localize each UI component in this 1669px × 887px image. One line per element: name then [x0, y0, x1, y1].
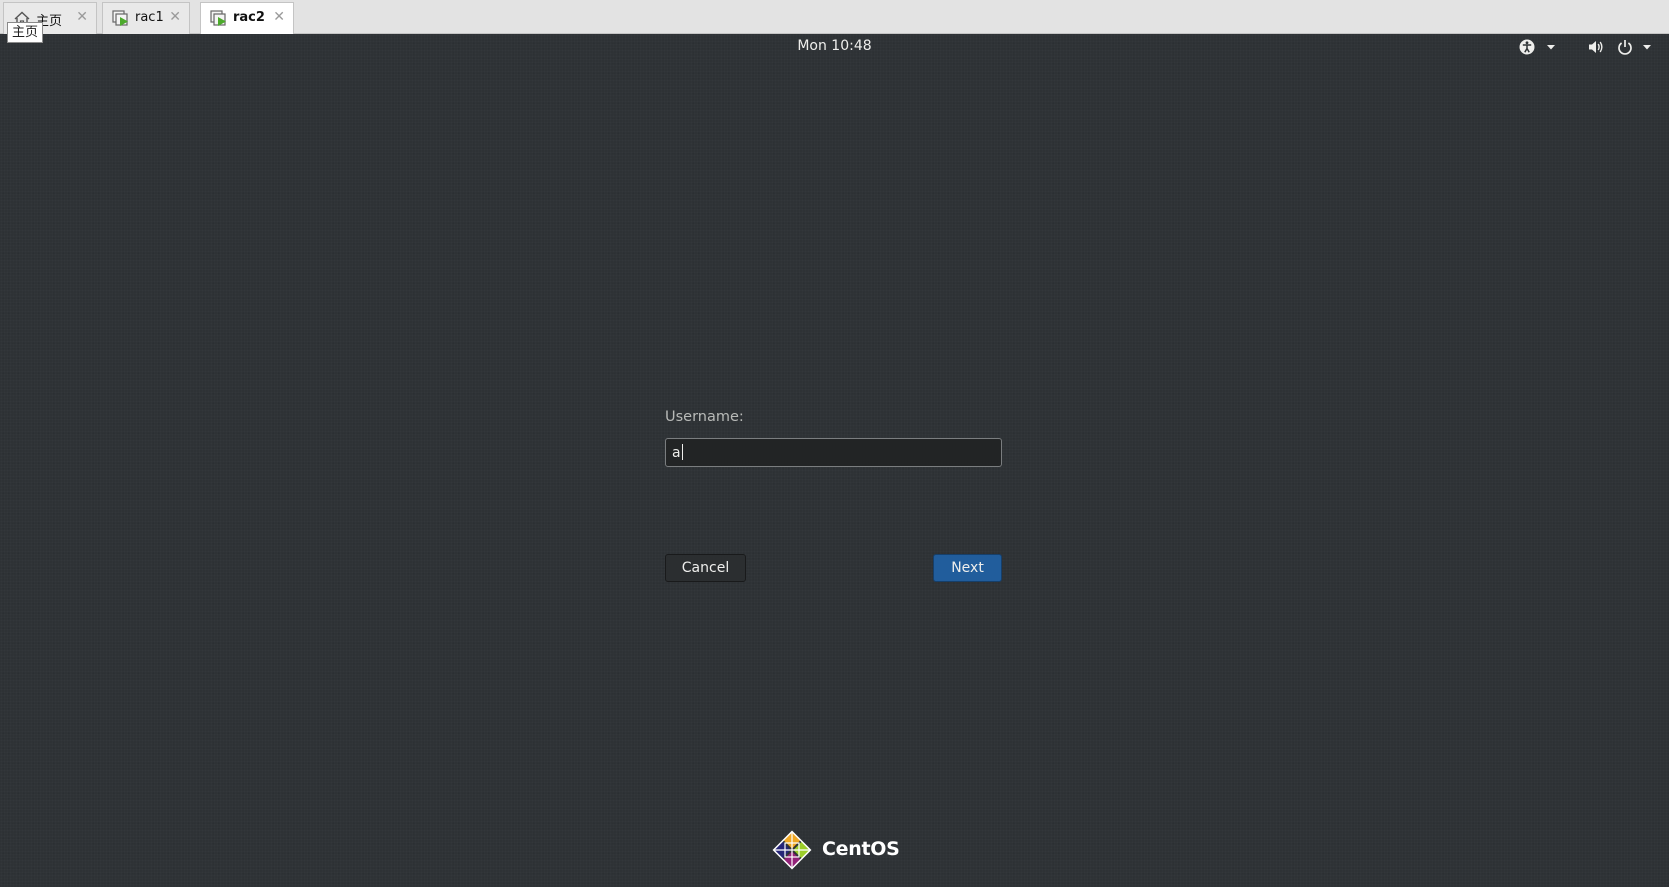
- tab-label: rac1: [135, 10, 164, 25]
- cancel-button[interactable]: Cancel: [665, 554, 746, 582]
- username-label: Username:: [665, 409, 744, 425]
- username-input[interactable]: a: [665, 438, 1002, 467]
- gnome-top-bar: Mon 10:48: [0, 34, 1669, 60]
- centos-logo: CentOS: [770, 828, 900, 872]
- tab-rac2[interactable]: rac2 ✕: [200, 2, 294, 35]
- clock[interactable]: Mon 10:48: [0, 38, 1669, 54]
- accessibility-icon[interactable]: [1519, 38, 1559, 60]
- text-caret: [681, 444, 683, 460]
- power-icon[interactable]: [1617, 38, 1657, 60]
- close-icon[interactable]: ✕: [273, 9, 285, 25]
- tooltip: 主页: [7, 22, 44, 43]
- centos-logo-icon: [772, 830, 812, 870]
- close-icon[interactable]: ✕: [169, 9, 181, 25]
- vm-icon: [210, 10, 228, 28]
- vm-tab-bar: 主页 ✕ rac1 ✕ rac2 ✕: [0, 0, 1669, 35]
- volume-icon[interactable]: [1587, 38, 1605, 60]
- tab-rac1[interactable]: rac1 ✕: [102, 2, 190, 34]
- close-icon[interactable]: ✕: [76, 9, 88, 25]
- username-value: a: [672, 445, 681, 461]
- centos-logo-text: CentOS: [822, 838, 900, 860]
- tab-label: rac2: [233, 10, 265, 25]
- next-button[interactable]: Next: [933, 554, 1002, 582]
- vm-screen: Mon 10:48 Username: a Cancel Next CentOS: [0, 34, 1669, 887]
- vm-icon: [112, 10, 130, 28]
